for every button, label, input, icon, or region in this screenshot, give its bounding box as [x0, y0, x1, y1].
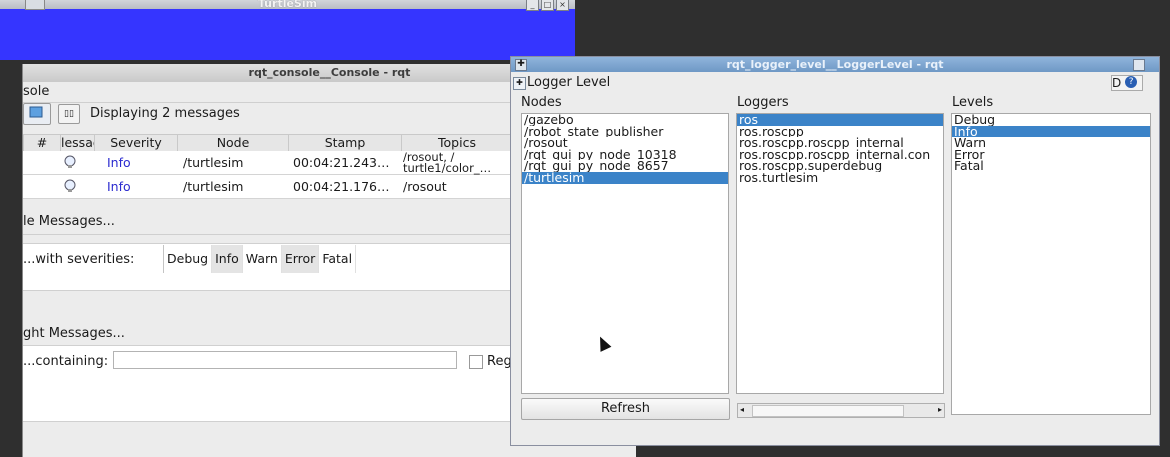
list-item[interactable]: ros.roscpp.roscpp_internal.con — [737, 149, 943, 161]
plugin-label: Logger Level — [527, 75, 611, 90]
table-row[interactable]: Info /turtlesim 00:04:21.243… /rosout, /… — [23, 151, 563, 175]
row-node: /turtlesim — [183, 179, 244, 194]
severity-token[interactable]: Warn — [243, 245, 282, 273]
list-item[interactable]: ros.roscpp.superdebug — [737, 160, 943, 172]
maximize-icon[interactable]: □ — [541, 0, 554, 11]
containing-label: ...containing: — [23, 354, 109, 369]
scrollbar-thumb[interactable] — [752, 405, 904, 417]
window-menu-icon[interactable] — [25, 0, 45, 10]
regex-checkbox[interactable] — [469, 355, 483, 369]
loggers-scrollbar[interactable]: ◂ ▸ — [737, 403, 945, 418]
list-item[interactable]: Fatal — [952, 160, 1150, 172]
row-topics: /rosout — [403, 179, 447, 194]
levels-label: Levels — [952, 95, 994, 110]
pause-button[interactable]: ▯▯ — [58, 104, 80, 124]
refresh-button[interactable]: Refresh — [521, 398, 730, 420]
scroll-right-icon[interactable]: ▸ — [938, 405, 942, 414]
help-button[interactable]: D ? — [1111, 75, 1143, 91]
exclude-messages-label: le Messages... — [23, 214, 115, 229]
list-item-selected[interactable]: Info — [952, 125, 1150, 138]
col-header-severity[interactable]: Severity — [94, 134, 178, 152]
logger-title: rqt_logger_level__LoggerLevel - rqt — [511, 57, 1159, 72]
list-item-selected[interactable]: ros — [737, 114, 943, 126]
table-row[interactable]: Info /turtlesim 00:04:21.176… /rosout — [23, 175, 563, 199]
pause-icon: ▯▯ — [64, 109, 74, 119]
row-stamp: 00:04:21.176… — [293, 179, 390, 194]
bulb-icon — [63, 151, 83, 174]
list-item[interactable]: ros.roscpp.roscpp_internal — [737, 137, 943, 149]
plugin-icon: ✚ — [513, 77, 526, 90]
row-topics: /rosout, / turtle1/color_… — [403, 152, 523, 175]
window-menu-icon[interactable]: ✚ — [515, 59, 527, 71]
regex-label: Reg — [487, 354, 512, 369]
turtlesim-window-controls: _ □ × — [526, 0, 569, 11]
list-item[interactable]: /rosout — [522, 137, 728, 149]
row-topics-line2: turtle1/color_… — [403, 161, 492, 175]
list-item[interactable]: /robot_state_publisher — [522, 126, 728, 138]
list-item[interactable]: Error — [952, 149, 1150, 161]
severity-token[interactable]: Error — [281, 245, 320, 273]
nodes-list[interactable]: /gazebo /robot_state_publisher /rosout /… — [521, 113, 729, 394]
row-severity: Info — [107, 179, 131, 194]
nodes-label: Nodes — [521, 95, 562, 110]
severity-token[interactable]: Fatal — [319, 245, 357, 273]
list-item[interactable]: ros.roscpp — [737, 126, 943, 138]
levels-list[interactable]: Debug Info Warn Error Fatal — [951, 113, 1151, 415]
logger-level-window: rqt_logger_level__LoggerLevel - rqt ✚ ✚ … — [510, 56, 1160, 446]
resize-columns-button[interactable] — [23, 103, 51, 125]
containing-input[interactable] — [113, 351, 457, 369]
col-header-number[interactable]: # — [23, 134, 61, 152]
col-header-stamp[interactable]: Stamp — [288, 134, 402, 152]
list-item[interactable]: /rqt_gui_py_node_10318 — [522, 149, 728, 161]
columns-icon — [29, 106, 43, 118]
status-text: Displaying 2 messages — [90, 106, 240, 121]
list-item[interactable]: /rqt_gui_py_node_8657 — [522, 160, 728, 172]
col-header-message[interactable]: lessag — [60, 134, 95, 152]
turtlesim-window: TurtleSim _ □ × — [0, 0, 575, 60]
severity-filter-list[interactable]: Debug Info Warn Error Fatal — [163, 245, 357, 273]
turtlesim-title: TurtleSim — [0, 0, 575, 9]
minimize-icon[interactable] — [1133, 59, 1145, 71]
list-item[interactable]: ros.turtlesim — [737, 172, 943, 184]
col-header-node[interactable]: Node — [177, 134, 289, 152]
row-node: /turtlesim — [183, 155, 244, 170]
loggers-list[interactable]: ros ros.roscpp ros.roscpp.roscpp_interna… — [736, 113, 944, 394]
help-icon: ? — [1125, 76, 1138, 88]
scroll-left-icon[interactable]: ◂ — [740, 405, 744, 414]
list-item[interactable]: /gazebo — [522, 114, 728, 126]
close-icon[interactable]: × — [556, 0, 569, 11]
highlight-messages-label: ght Messages... — [23, 326, 125, 341]
severities-label: ...with severities: — [23, 252, 135, 267]
bulb-icon — [63, 175, 83, 198]
loggers-label: Loggers — [737, 95, 789, 110]
row-stamp: 00:04:21.243… — [293, 155, 390, 170]
d-label: D — [1112, 76, 1122, 90]
list-item-selected[interactable]: /turtlesim — [522, 171, 728, 184]
list-item[interactable]: Warn — [952, 137, 1150, 149]
row-severity: Info — [107, 155, 131, 170]
severity-token[interactable]: Debug — [164, 245, 213, 273]
list-item[interactable]: Debug — [952, 114, 1150, 126]
severity-token[interactable]: Info — [212, 245, 243, 273]
plugin-label: sole — [23, 84, 50, 99]
minimize-icon[interactable]: _ — [526, 0, 539, 11]
col-header-topics[interactable]: Topics — [401, 134, 513, 152]
